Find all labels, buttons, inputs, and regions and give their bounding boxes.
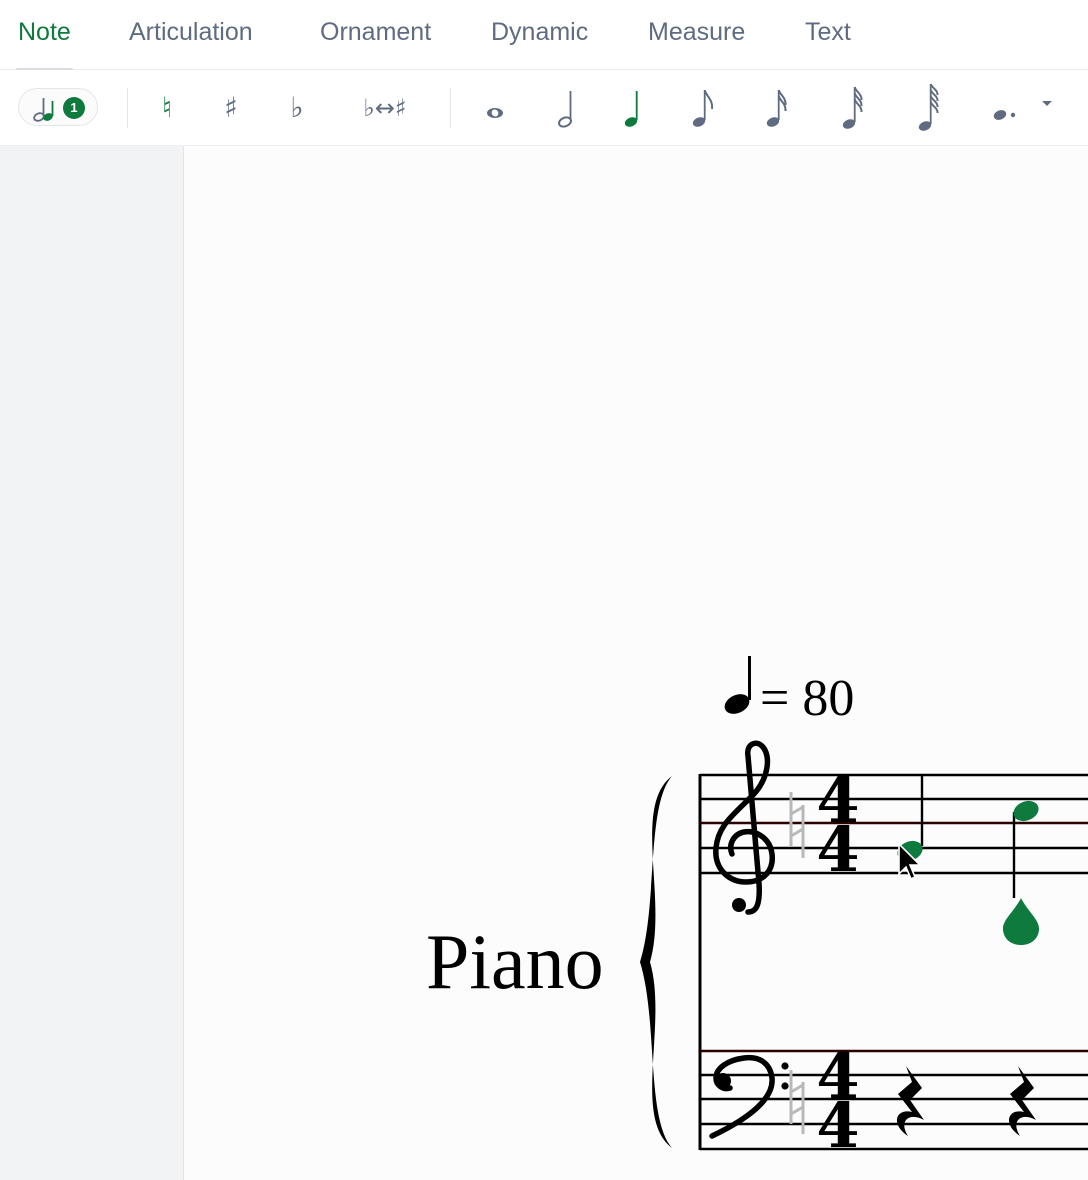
quarter-rest-icon <box>1008 1066 1036 1136</box>
dot-dropdown-caret-icon[interactable] <box>1042 101 1052 106</box>
sharp-button[interactable]: ♯ <box>214 80 248 136</box>
flat-icon: ♭ <box>290 91 304 124</box>
voice-count-badge: 1 <box>63 97 85 119</box>
tempo-marking[interactable]: = 80 <box>721 656 854 727</box>
instrument-name: Piano <box>426 918 604 1005</box>
voice-notes-icon <box>33 98 54 122</box>
note-input-cursor-icon <box>1002 898 1040 945</box>
staff-brace <box>640 776 672 1148</box>
half-note-icon <box>558 91 572 128</box>
thirty-second-note-button[interactable] <box>836 80 870 136</box>
voice-selector-button[interactable]: 1 <box>18 88 98 126</box>
side-panel <box>0 146 184 1180</box>
tab-text[interactable]: Text <box>805 0 851 70</box>
tempo-value: = 80 <box>760 670 854 727</box>
thirty-second-note-icon <box>842 86 863 129</box>
sixteenth-note-button[interactable] <box>760 80 794 136</box>
dotted-note-icon <box>993 110 1016 120</box>
natural-button[interactable]: ♮ <box>150 80 184 136</box>
half-note-button[interactable] <box>550 80 584 136</box>
whole-note-button[interactable] <box>478 80 512 136</box>
tempo-quarter-note-icon <box>724 694 750 714</box>
sixty-fourth-note-button[interactable] <box>912 80 946 136</box>
eighth-note-icon <box>692 89 714 127</box>
quarter-note-button[interactable] <box>616 80 650 136</box>
tab-articulation[interactable]: Articulation <box>129 0 253 70</box>
dot-button[interactable] <box>988 80 1022 136</box>
quarter-rest-icon <box>896 1066 924 1136</box>
score-canvas[interactable]: = 80 Piano 4 4 4 4 <box>185 146 1088 1180</box>
score-sheet: = 80 Piano 4 4 4 4 <box>426 656 1088 1162</box>
time-signature: 4 4 <box>816 1040 859 1162</box>
tab-bar: Note Articulation Ornament Dynamic Measu… <box>0 0 1088 71</box>
time-signature: 4 4 <box>816 764 859 886</box>
treble-clef-icon <box>713 740 775 915</box>
enharmonic-icon: ♭↔♯ <box>363 94 407 122</box>
natural-icon: ♮ <box>161 91 172 124</box>
sharp-icon: ♯ <box>224 91 238 124</box>
sixty-fourth-note-icon <box>918 83 939 131</box>
tab-ornament[interactable]: Ornament <box>320 0 431 70</box>
sixteenth-note-icon <box>766 89 787 127</box>
whole-note-icon <box>487 108 503 118</box>
eighth-note-button[interactable] <box>686 80 720 136</box>
note-toolbar: 1 ♮ ♯ ♭ ♭↔♯ <box>0 70 1088 146</box>
time-sig-bottom: 4 <box>816 813 859 886</box>
enharmonic-button[interactable]: ♭↔♯ <box>348 80 422 136</box>
quarter-note-icon <box>624 91 638 127</box>
toolbar-divider <box>127 88 128 128</box>
time-sig-bottom: 4 <box>816 1089 859 1162</box>
flat-button[interactable]: ♭ <box>280 80 314 136</box>
bass-staff <box>700 1049 1088 1151</box>
toolbar-divider <box>450 88 451 128</box>
tab-dynamic[interactable]: Dynamic <box>491 0 588 70</box>
tab-note[interactable]: Note <box>16 0 73 71</box>
tab-measure[interactable]: Measure <box>648 0 745 70</box>
